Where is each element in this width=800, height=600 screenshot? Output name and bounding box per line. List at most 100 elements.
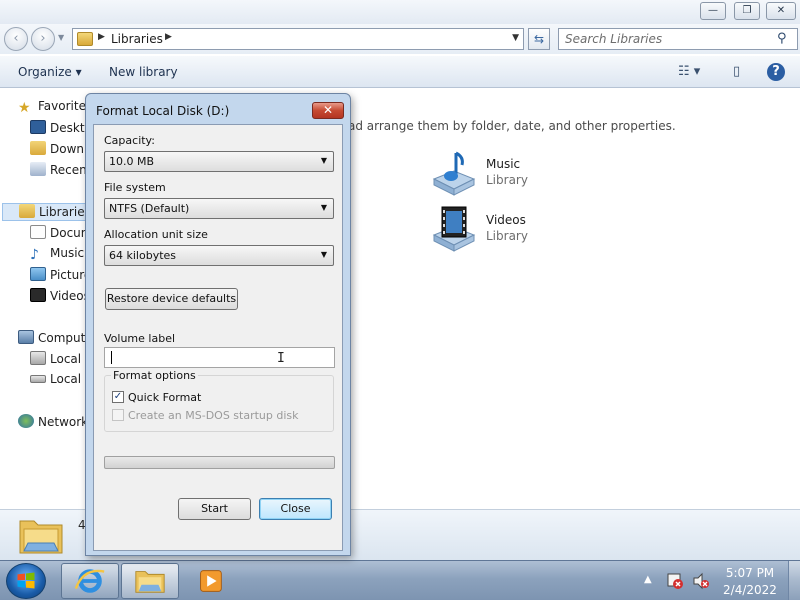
videos-library-icon <box>432 206 476 252</box>
ibeam-cursor-icon: I <box>277 351 285 366</box>
msdos-startup-checkbox[interactable] <box>112 409 124 421</box>
pictures-icon <box>30 267 46 281</box>
show-hidden-icons-icon[interactable]: ▲ <box>644 574 652 585</box>
volume-label-input[interactable] <box>109 350 329 365</box>
chevron-down-icon: ▼ <box>320 203 327 212</box>
allocation-unit-select[interactable]: 64 kilobytes ▼ <box>104 245 334 266</box>
nav-item-local-disk-d[interactable]: Local Disk <box>30 372 86 390</box>
quick-format-label[interactable]: Quick Format <box>128 391 201 404</box>
downloads-icon <box>30 141 46 155</box>
preview-pane-icon[interactable]: ▯ <box>733 64 740 79</box>
navigation-pane: ★Favorites Desktop Downloads Recent Plac… <box>0 89 86 509</box>
restore-device-defaults-button[interactable]: Restore device defaults <box>105 288 238 310</box>
window-close-button[interactable]: ✕ <box>766 2 796 20</box>
network-icon <box>18 414 34 428</box>
back-button[interactable]: ‹ <box>4 27 28 51</box>
allocation-unit-value: 64 kilobytes <box>109 249 177 262</box>
taskbar-internet-explorer[interactable] <box>61 563 119 599</box>
address-dropdown-icon[interactable]: ▼ <box>512 33 519 43</box>
local-disk-icon <box>30 375 46 383</box>
chevron-down-icon: ▼ <box>320 250 327 259</box>
refresh-button[interactable]: ⇆ <box>528 28 550 50</box>
nav-item-desktop[interactable]: Desktop <box>30 120 86 138</box>
show-desktop-button[interactable] <box>788 561 800 600</box>
search-input[interactable] <box>565 31 770 47</box>
breadcrumb-libraries[interactable]: Libraries <box>111 32 163 46</box>
desktop-icon <box>30 120 46 134</box>
nav-item-computer[interactable]: Computer <box>18 330 86 348</box>
nav-item-documents[interactable]: Documents <box>30 225 86 243</box>
chevron-down-icon: ▼ <box>320 156 327 165</box>
format-options-legend: Format options <box>111 369 198 382</box>
format-progress-bar <box>104 456 335 469</box>
dialog-close-button[interactable]: ✕ <box>312 102 344 119</box>
view-options-icon[interactable]: ☷ ▾ <box>678 64 700 79</box>
library-name: Music <box>486 157 521 171</box>
text-caret <box>111 351 112 364</box>
computer-icon <box>18 330 34 344</box>
taskbar-media-player[interactable] <box>181 563 239 599</box>
nav-item-videos[interactable]: Videos <box>30 288 86 306</box>
volume-label-field[interactable]: I <box>104 347 335 368</box>
start-button[interactable]: Start <box>178 498 251 520</box>
msdos-startup-label: Create an MS-DOS startup disk <box>128 409 299 422</box>
library-tile-music[interactable]: Music Library <box>430 149 590 201</box>
file-system-label: File system <box>104 181 166 194</box>
breadcrumb-arrow-icon[interactable]: ▶ <box>165 32 172 42</box>
address-bar[interactable]: ▶ Libraries ▶ ▼ <box>72 28 524 50</box>
volume-label-caption: Volume label <box>104 332 176 345</box>
help-icon[interactable]: ? <box>767 63 785 81</box>
nav-item-favorites[interactable]: ★Favorites <box>18 99 86 117</box>
close-button[interactable]: Close <box>259 498 332 520</box>
music-library-icon <box>432 151 476 196</box>
library-tile-videos[interactable]: Videos Library <box>430 205 590 257</box>
maximize-button[interactable]: ❐ <box>734 2 760 20</box>
search-box[interactable]: ⚲ <box>558 28 798 50</box>
library-info-text: ad arrange them by folder, date, and oth… <box>348 119 676 133</box>
capacity-select[interactable]: 10.0 MB ▼ <box>104 151 334 172</box>
allocation-unit-label: Allocation unit size <box>104 228 208 241</box>
star-icon: ★ <box>18 100 31 116</box>
nav-item-pictures[interactable]: Pictures <box>30 267 86 285</box>
organize-button[interactable]: Organize ▾ <box>18 65 82 79</box>
windows-logo-icon <box>17 572 35 589</box>
libraries-icon <box>19 204 35 218</box>
media-player-icon <box>200 570 222 592</box>
minimize-button[interactable]: — <box>700 2 726 20</box>
local-disk-icon <box>30 351 46 365</box>
capacity-value: 10.0 MB <box>109 155 155 168</box>
nav-item-downloads[interactable]: Downloads <box>30 141 86 159</box>
nav-item-network[interactable]: Network <box>18 414 86 432</box>
quick-format-checkbox[interactable]: ✓ <box>112 391 124 403</box>
forward-button[interactable]: › <box>31 27 55 51</box>
nav-item-libraries[interactable]: Libraries <box>2 203 86 221</box>
recent-pages-dropdown-icon[interactable]: ▼ <box>58 33 68 43</box>
action-center-flag-icon[interactable] <box>666 572 684 590</box>
nav-item-recent-places[interactable]: Recent Places <box>30 162 86 180</box>
music-icon: ♪ <box>30 247 39 263</box>
nav-item-music[interactable]: ♪ Music <box>30 246 84 264</box>
start-button[interactable] <box>6 563 46 599</box>
recent-places-icon <box>30 162 46 176</box>
new-library-button[interactable]: New library <box>109 65 178 79</box>
library-name: Videos <box>486 213 526 227</box>
internet-explorer-icon <box>74 569 105 593</box>
libraries-icon <box>77 32 93 46</box>
clock-time[interactable]: 5:07 PM <box>722 566 778 580</box>
taskbar: ▲ 5:07 PM 2/4/2022 <box>0 560 800 600</box>
taskbar-windows-explorer[interactable] <box>121 563 179 599</box>
format-options-group: Format options ✓ Quick Format Create an … <box>104 369 334 432</box>
libraries-folder-icon <box>19 520 63 554</box>
file-system-select[interactable]: NTFS (Default) ▼ <box>104 198 334 219</box>
capacity-label: Capacity: <box>104 134 155 147</box>
volume-muted-icon[interactable] <box>692 572 710 590</box>
breadcrumb-arrow-icon[interactable]: ▶ <box>98 32 105 42</box>
search-icon[interactable]: ⚲ <box>777 31 793 47</box>
format-dialog: Format Local Disk (D:) ✕ Capacity: 10.0 … <box>85 93 351 556</box>
windows-explorer-icon <box>135 571 165 593</box>
nav-item-local-disk-c[interactable]: Local Disk <box>30 351 86 369</box>
clock-date[interactable]: 2/4/2022 <box>722 583 778 597</box>
address-row: ‹ › ▼ ▶ Libraries ▶ ▼ ⇆ ⚲ <box>0 24 800 54</box>
window-title-bar: — ❐ ✕ <box>0 0 800 24</box>
library-type: Library <box>486 229 528 243</box>
